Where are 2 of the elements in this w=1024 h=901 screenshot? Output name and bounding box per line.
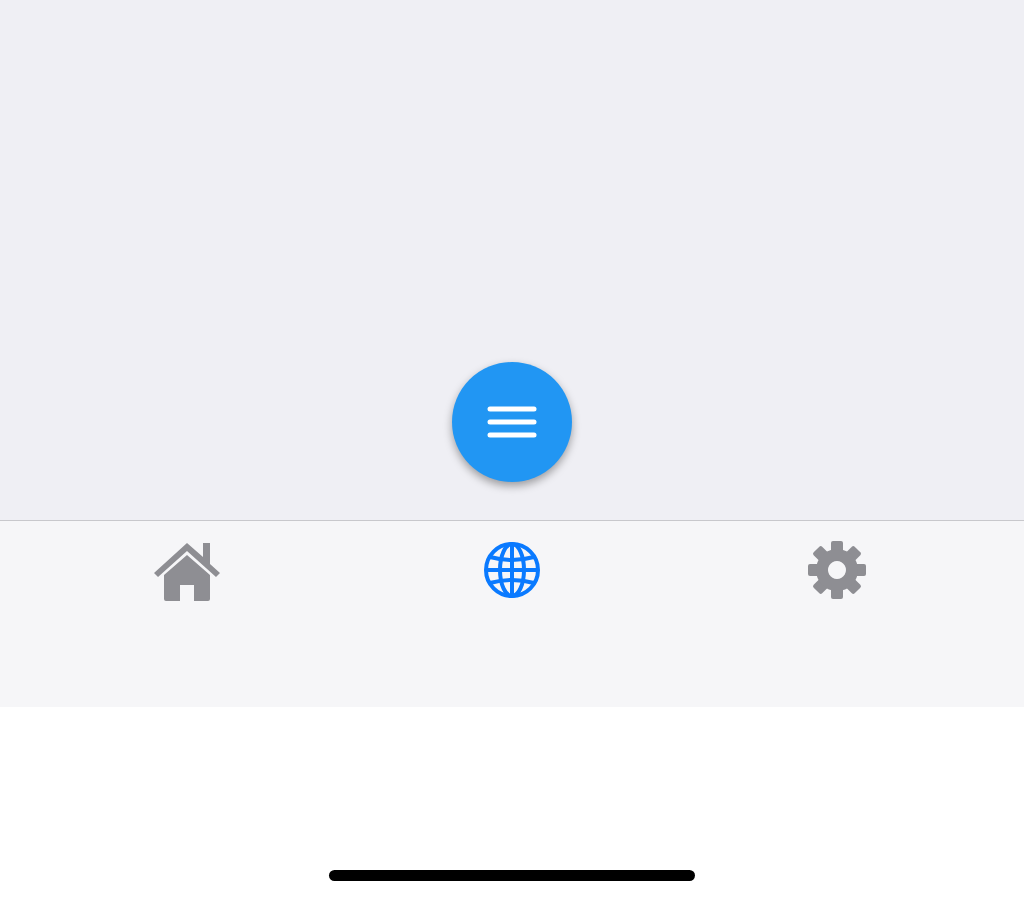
- menu-icon: [487, 406, 537, 438]
- menu-button[interactable]: [452, 362, 572, 482]
